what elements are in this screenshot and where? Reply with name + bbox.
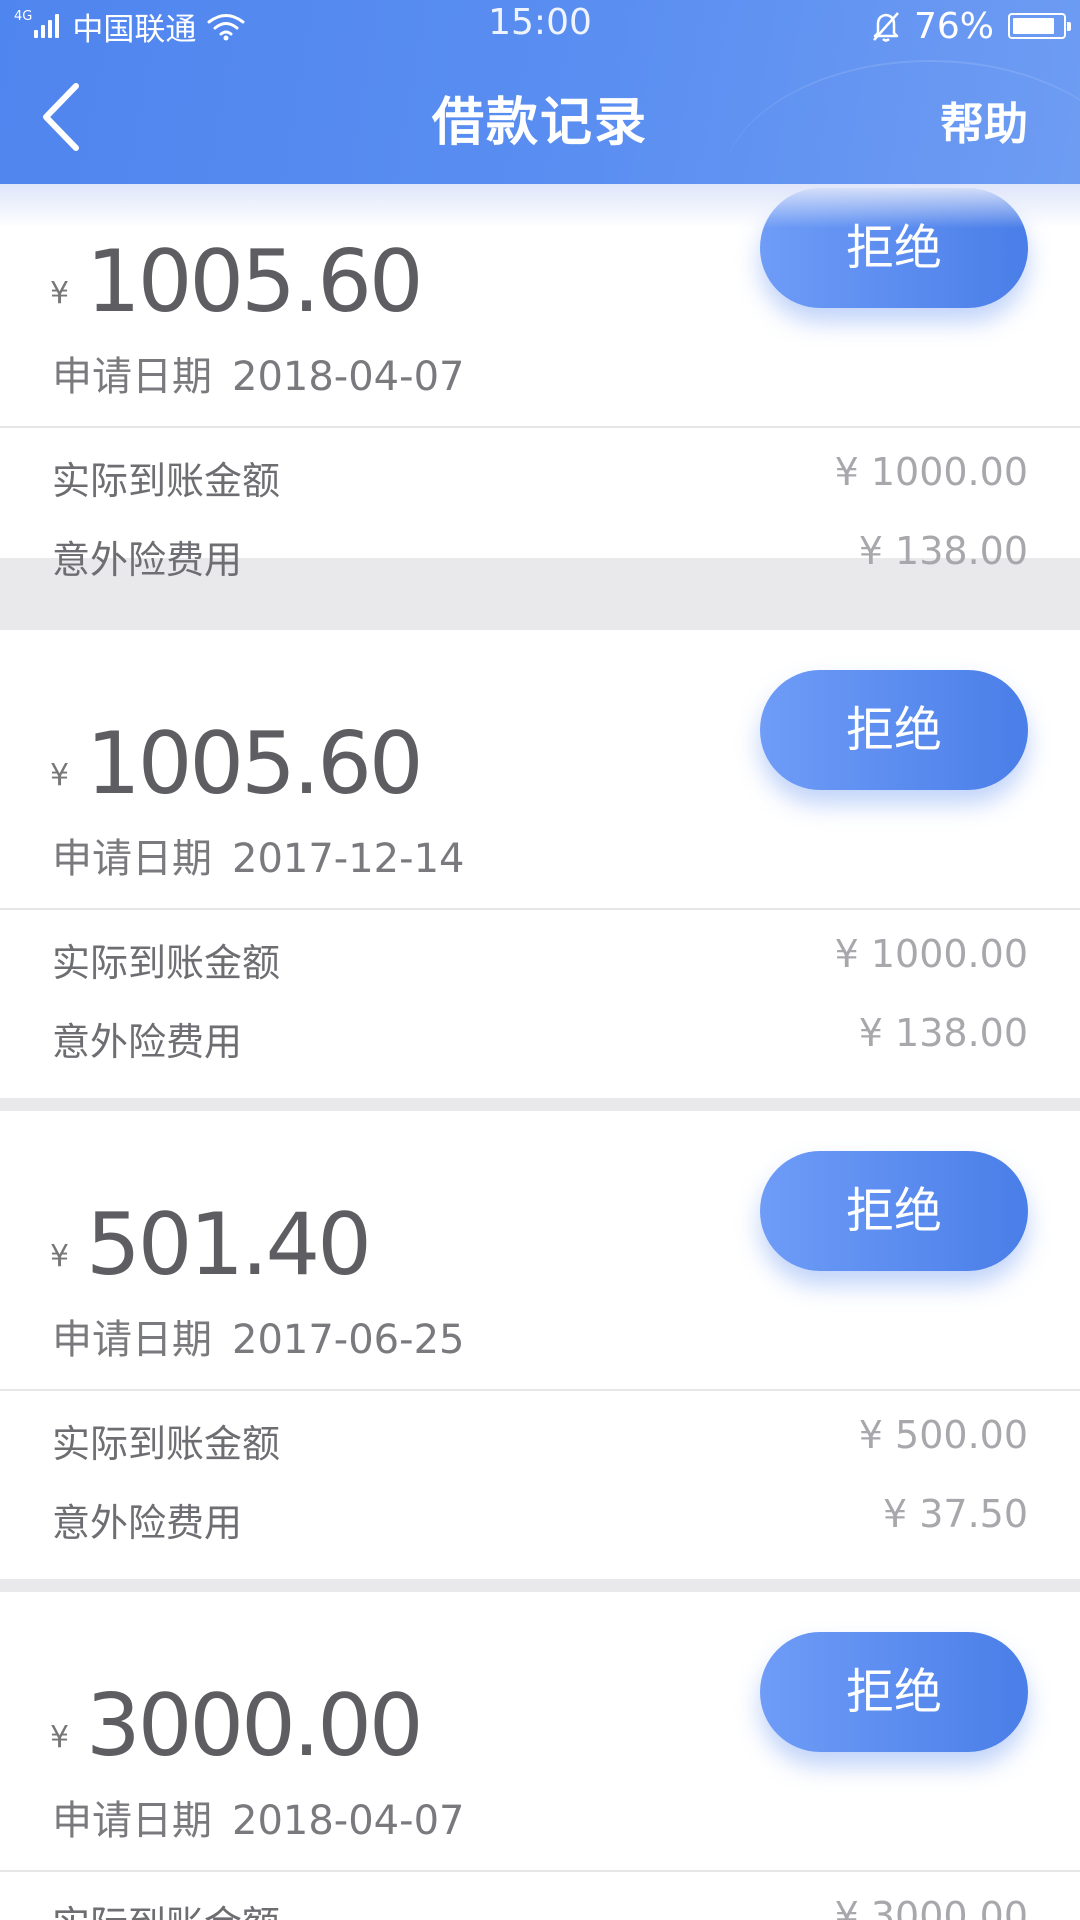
reject-button[interactable]: 拒绝 <box>760 1632 1028 1752</box>
status-bar: 4G 中国联通 15:00 76% <box>0 0 1080 52</box>
divider <box>0 1389 1080 1391</box>
currency-symbol: ¥ <box>50 758 70 793</box>
received-amount-value: ¥ 1000.00 <box>834 932 1028 976</box>
received-amount-label: 实际到账金额 <box>52 1422 281 1466</box>
received-amount-row: 实际到账金额 ¥ 1000.00 <box>52 932 1028 985</box>
apply-date-value: 2018-04-07 <box>232 1798 465 1844</box>
currency-symbol: ¥ <box>50 1720 70 1755</box>
received-amount-value: ¥ 500.00 <box>858 1413 1028 1457</box>
loan-amount: 501.40 <box>86 1195 372 1295</box>
reject-button[interactable]: 拒绝 <box>760 1151 1028 1271</box>
loan-record-card: ¥ 501.40 申请日期 2017-06-25 拒绝 实际到账金额 ¥ 500.… <box>0 1111 1080 1579</box>
apply-date-label: 申请日期 <box>52 354 212 400</box>
status-right: 76% <box>870 5 1071 47</box>
bell-muted-icon <box>873 12 899 42</box>
apply-date-label: 申请日期 <box>52 836 212 882</box>
screen: 4G 中国联通 15:00 76% 借款记录 帮助 ¥ 1005.60 申请日期… <box>0 0 1080 1920</box>
nav-bar: 借款记录 帮助 <box>0 52 1080 184</box>
loan-record-card: ¥ 1005.60 申请日期 2018-04-07 拒绝 实际到账金额 ¥ 100… <box>0 126 1080 582</box>
loan-record-card: ¥ 1005.60 申请日期 2017-12-14 拒绝 实际到账金额 ¥ 100… <box>0 630 1080 1098</box>
received-amount-value: ¥ 1000.00 <box>834 450 1028 494</box>
apply-date-row: 申请日期 2018-04-07 <box>52 344 464 402</box>
apply-date-value: 2017-12-14 <box>232 836 465 882</box>
battery-percent: 76% <box>913 5 994 47</box>
loan-amount: 3000.00 <box>86 1676 424 1776</box>
apply-date-row: 申请日期 2018-04-07 <box>52 1788 464 1846</box>
battery-icon <box>1008 13 1071 39</box>
received-amount-row: 实际到账金额 ¥ 3000.00 <box>52 1894 1028 1920</box>
apply-date-label: 申请日期 <box>52 1317 212 1363</box>
header: 4G 中国联通 15:00 76% 借款记录 帮助 <box>0 0 1080 184</box>
currency-symbol: ¥ <box>50 1239 70 1274</box>
apply-date-row: 申请日期 2017-06-25 <box>52 1307 464 1365</box>
received-amount-row: 实际到账金额 ¥ 1000.00 <box>52 450 1028 503</box>
page-title: 借款记录 <box>431 93 648 153</box>
apply-date-value: 2017-06-25 <box>232 1317 465 1363</box>
received-amount-label: 实际到账金额 <box>52 459 281 503</box>
currency-symbol: ¥ <box>50 276 70 311</box>
received-amount-label: 实际到账金额 <box>52 1894 280 1920</box>
insurance-fee-label: 意外险费用 <box>52 1501 243 1545</box>
insurance-fee-row: 意外险费用 ¥ 138.00 <box>52 1011 1028 1064</box>
help-button[interactable]: 帮助 <box>940 88 1028 152</box>
insurance-fee-label: 意外险费用 <box>52 538 243 582</box>
divider <box>0 908 1080 910</box>
divider <box>0 426 1080 428</box>
apply-date-value: 2018-04-07 <box>232 354 465 400</box>
divider <box>0 1870 1080 1872</box>
insurance-fee-row: 意外险费用 ¥ 138.00 <box>52 529 1028 582</box>
loan-amount: 1005.60 <box>86 232 424 332</box>
reject-button[interactable]: 拒绝 <box>760 188 1028 308</box>
received-amount-row: 实际到账金额 ¥ 500.00 <box>52 1413 1028 1466</box>
insurance-fee-value: ¥ 138.00 <box>858 1011 1028 1055</box>
insurance-fee-value: ¥ 138.00 <box>858 529 1028 573</box>
loan-amount: 1005.60 <box>86 714 424 814</box>
insurance-fee-label: 意外险费用 <box>52 1020 243 1064</box>
reject-button[interactable]: 拒绝 <box>760 670 1028 790</box>
insurance-fee-row: 意外险费用 ¥ 37.50 <box>52 1492 1028 1545</box>
loan-record-card: ¥ 3000.00 申请日期 2018-04-07 拒绝 实际到账金额 ¥ 300… <box>0 1592 1080 1920</box>
apply-date-row: 申请日期 2017-12-14 <box>52 826 464 884</box>
apply-date-label: 申请日期 <box>52 1798 212 1844</box>
received-amount-value: ¥ 3000.00 <box>834 1894 1028 1920</box>
received-amount-label: 实际到账金额 <box>52 941 281 985</box>
insurance-fee-value: ¥ 37.50 <box>882 1492 1028 1536</box>
